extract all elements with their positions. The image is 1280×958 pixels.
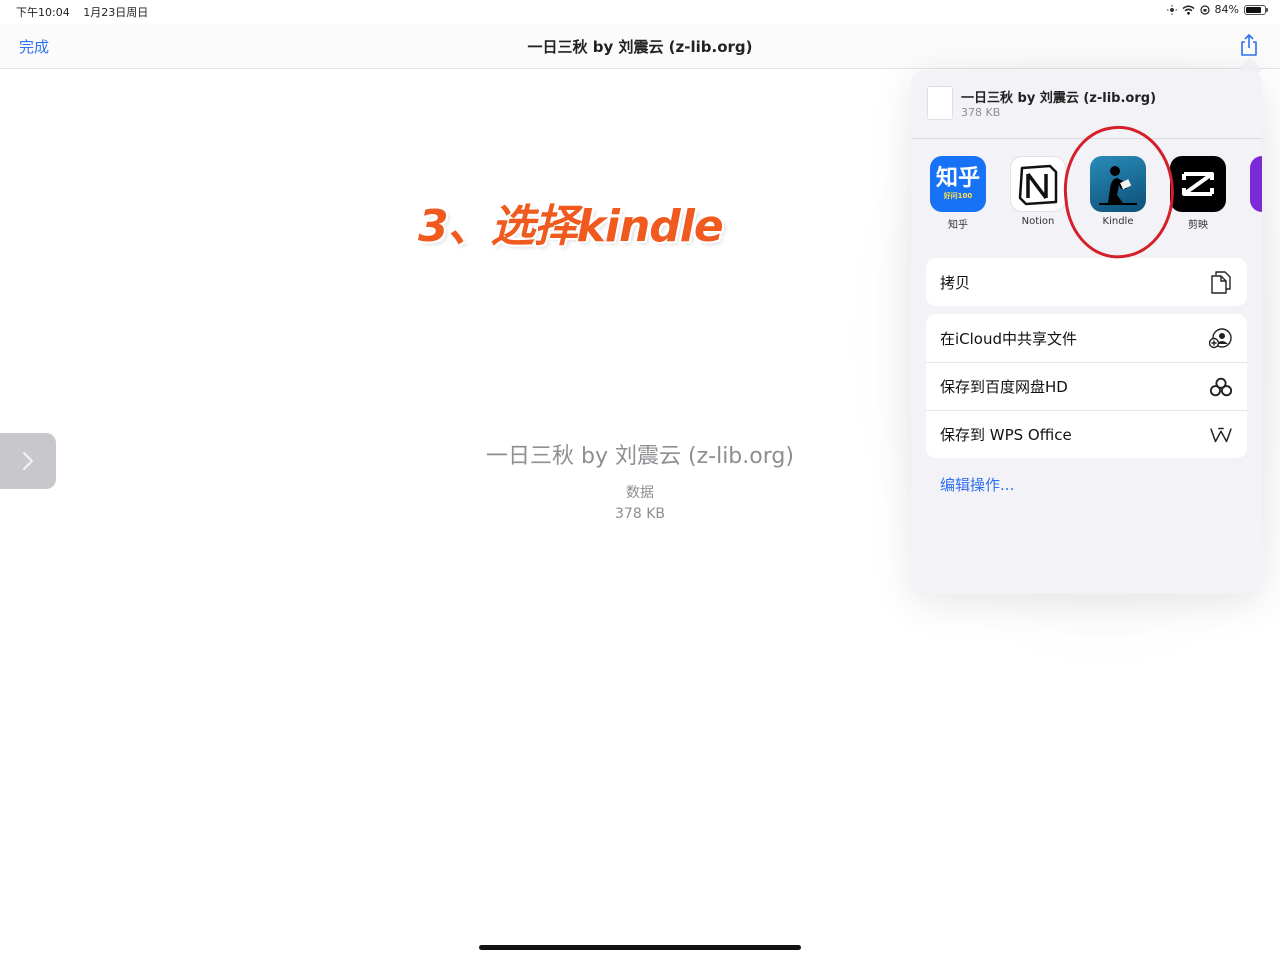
share-button[interactable] [1238, 33, 1260, 57]
home-indicator[interactable] [479, 945, 801, 950]
app-notion[interactable]: Notion [1003, 156, 1073, 227]
wps-office-icon [1209, 423, 1233, 447]
share-sheet-header: 一日三秋 by 刘震云 (z-lib.org) 378 KB [911, 70, 1262, 139]
document-name: 一日三秋 by 刘震云 (z-lib.org) [486, 444, 794, 469]
document-type: 数据 [626, 485, 654, 501]
icloud-share-icon [1209, 326, 1233, 350]
baidu-netdisk-icon [1209, 375, 1233, 399]
wps-office-action[interactable]: 保存到 WPS Office [926, 410, 1247, 458]
status-time: 下午10:04 [16, 6, 70, 19]
document-size: 378 KB [615, 506, 665, 522]
share-icon [1241, 34, 1257, 56]
app-label-partial: C [1243, 216, 1262, 227]
page-title: 一日三秋 by 刘震云 (z-lib.org) [527, 38, 753, 56]
copy-action[interactable]: 拷贝 [926, 258, 1247, 306]
notion-logo-glyph [1018, 164, 1058, 206]
copy-icon [1209, 270, 1233, 294]
battery-percent: 84% [1214, 3, 1239, 16]
capcut-icon [1170, 156, 1226, 212]
zhihu-icon-text: 知乎 [935, 166, 980, 191]
document-preview: 一日三秋 by 刘震云 (z-lib.org) 数据 378 KB [440, 438, 840, 522]
brightness-icon [1166, 4, 1177, 15]
app-zhihu[interactable]: 知乎 好问100 知乎 [923, 156, 993, 231]
icloud-share-action[interactable]: 在iCloud中共享文件 [926, 314, 1247, 362]
app-label-capcut: 剪映 [1188, 220, 1208, 231]
action-group-copy: 拷贝 [926, 258, 1247, 306]
zhihu-icon: 知乎 好问100 [930, 156, 986, 212]
zhihu-icon-subtext: 好问100 [943, 192, 973, 200]
partial-app-icon [1250, 156, 1262, 212]
icloud-share-label: 在iCloud中共享文件 [940, 329, 1078, 348]
action-group-save: 在iCloud中共享文件 保存到百度网盘HD 保存到 WPS Office [926, 314, 1247, 458]
wifi-icon [1182, 5, 1195, 15]
orientation-lock-icon [1199, 4, 1210, 15]
edit-actions-link[interactable]: 编辑操作... [940, 474, 1014, 495]
capcut-glyph [1182, 172, 1214, 196]
notion-icon [1010, 156, 1066, 212]
status-bar-left: 下午10:04 1月23日周日 [16, 4, 158, 20]
copy-action-label: 拷贝 [940, 273, 971, 292]
baidu-netdisk-label: 保存到百度网盘HD [940, 378, 1068, 396]
battery-icon [1244, 4, 1268, 15]
baidu-netdisk-action[interactable]: 保存到百度网盘HD [926, 362, 1247, 410]
share-file-title: 一日三秋 by 刘震云 (z-lib.org) [961, 91, 1157, 106]
chevron-right-icon [23, 452, 33, 470]
app-label-notion: Notion [1021, 216, 1055, 227]
next-page-button[interactable] [0, 433, 56, 489]
file-document-icon [927, 86, 953, 120]
app-label-zhihu: 知乎 [948, 220, 968, 231]
wps-office-label: 保存到 WPS Office [940, 426, 1072, 444]
battery-level-fill [1246, 6, 1262, 13]
share-file-size: 378 KB [961, 106, 1001, 119]
app-partial[interactable]: C [1243, 156, 1262, 227]
status-date: 1月23日周日 [83, 6, 149, 19]
status-bar-right: 84% [1166, 3, 1268, 16]
instruction-annotation: 3、选择kindle [418, 201, 724, 252]
